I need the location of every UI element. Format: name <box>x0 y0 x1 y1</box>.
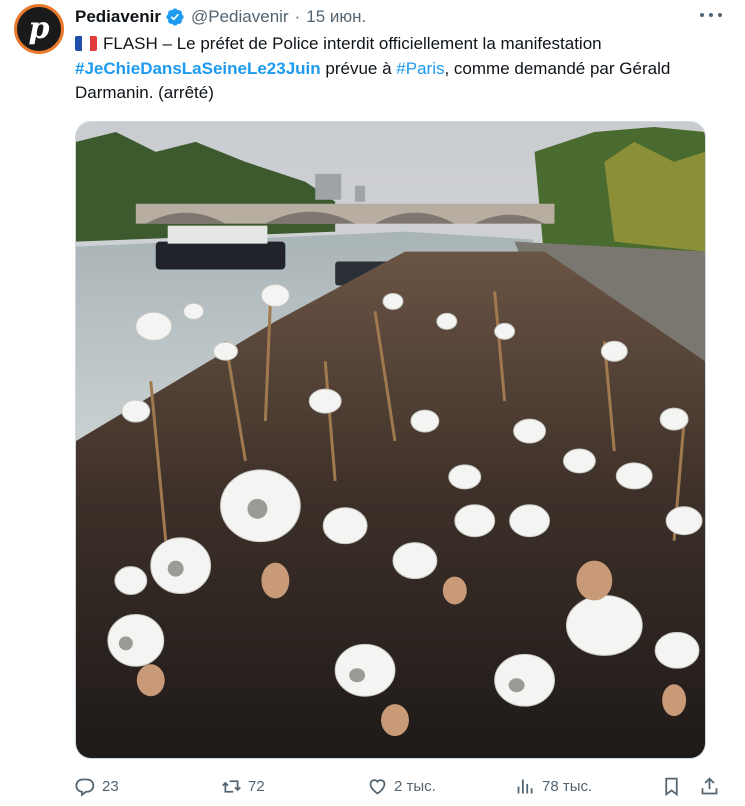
tweet-card[interactable]: p Pediavenir @Pediavenir · 15 июн. FLASH… <box>0 0 745 806</box>
flag-france-icon <box>75 36 97 51</box>
like-count: 2 тыс. <box>394 777 436 795</box>
tweet-actions: 23 72 2 тыс. 78 тыс. <box>75 771 725 801</box>
reply-count: 23 <box>102 777 119 795</box>
share-button[interactable] <box>699 771 726 801</box>
avatar-letter: p <box>28 11 50 46</box>
tweet-text: FLASH – Le préfet de Police interdit off… <box>75 32 715 106</box>
share-icon <box>701 776 718 794</box>
more-dot <box>718 13 722 17</box>
reply-button[interactable]: 23 <box>75 771 119 801</box>
avatar[interactable]: p <box>14 4 64 54</box>
crowd-photo <box>76 122 705 758</box>
tweet-media-image[interactable] <box>75 121 706 759</box>
tweet-text-intro: FLASH – Le préfet de Police interdit off… <box>103 34 602 53</box>
hashtag-link[interactable]: #JeChieDansLaSeineLe23Juin <box>75 59 321 78</box>
more-icon[interactable] <box>700 6 722 24</box>
verified-badge-icon <box>166 8 184 26</box>
views-button[interactable]: 78 тыс. <box>515 771 592 801</box>
separator-dot: · <box>294 7 301 26</box>
bookmark-icon <box>665 777 678 796</box>
retweet-icon <box>222 779 241 793</box>
more-dot <box>709 13 713 17</box>
like-icon <box>369 778 386 795</box>
views-icon <box>517 779 533 793</box>
hashtag-paris-link[interactable]: #Paris <box>396 59 444 78</box>
tweet-text-mid: prévue à <box>320 58 397 78</box>
bookmark-button[interactable] <box>661 771 688 801</box>
handle[interactable]: @Pediavenir <box>191 7 289 27</box>
retweet-button[interactable]: 72 <box>221 771 265 801</box>
more-dot <box>700 13 704 17</box>
timestamp[interactable]: 15 июн. <box>306 7 366 27</box>
like-button[interactable]: 2 тыс. <box>367 771 436 801</box>
tweet-header: Pediavenir @Pediavenir · 15 июн. <box>75 6 366 28</box>
views-count: 78 тыс. <box>542 777 593 795</box>
reply-icon <box>75 778 95 797</box>
display-name[interactable]: Pediavenir <box>75 7 161 27</box>
retweet-count: 72 <box>248 777 265 795</box>
